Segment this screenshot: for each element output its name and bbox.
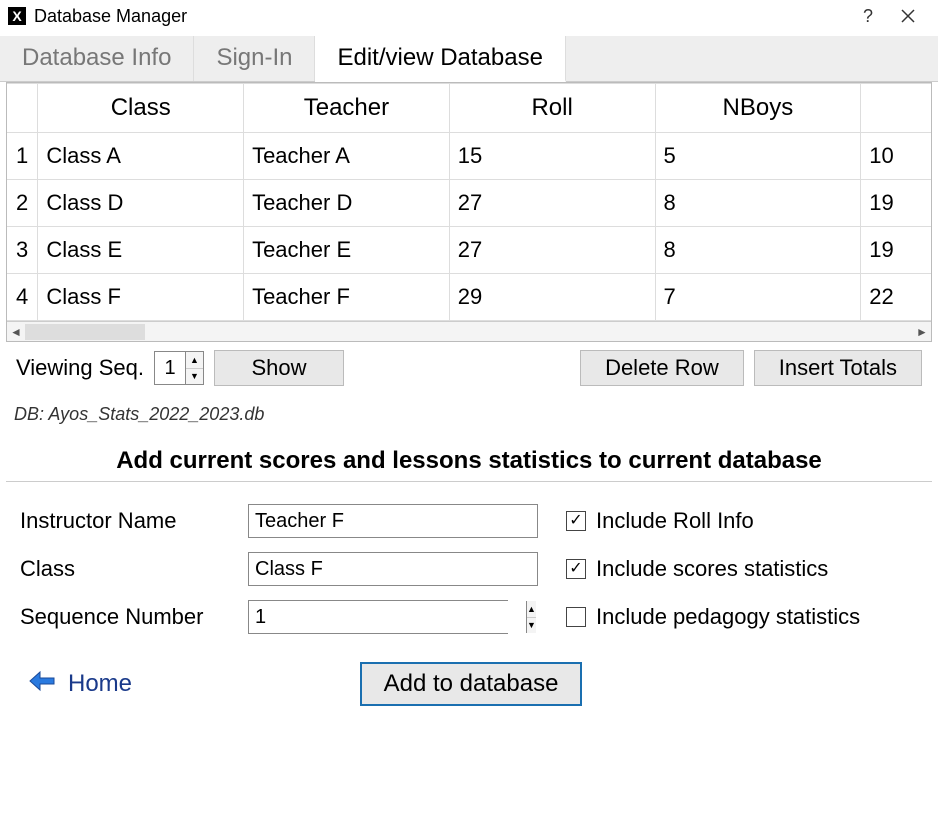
horizontal-scrollbar[interactable]: ◄ ► (7, 321, 931, 341)
row-number: 1 (7, 133, 38, 180)
include-roll-checkbox[interactable]: ✓ (566, 511, 586, 531)
row-number: 2 (7, 180, 38, 227)
data-table-container: Class Teacher Roll NBoys N 1 Class A Tea… (6, 82, 932, 342)
arrow-left-icon (28, 670, 56, 699)
tab-sign-in[interactable]: Sign-In (194, 36, 315, 81)
cell-nboys[interactable]: 7 (655, 274, 861, 321)
spin-up-icon[interactable]: ▲ (527, 601, 536, 618)
scroll-left-icon[interactable]: ◄ (7, 322, 25, 342)
tab-database-info[interactable]: Database Info (0, 36, 194, 81)
window-titlebar: X Database Manager ? (0, 0, 938, 36)
include-scores-label: Include scores statistics (596, 556, 828, 582)
help-button[interactable]: ? (848, 2, 888, 30)
cell-roll[interactable]: 27 (449, 227, 655, 274)
bottom-bar: Home Add to database (0, 634, 938, 716)
cell-teacher[interactable]: Teacher D (244, 180, 450, 227)
class-input[interactable] (248, 552, 538, 586)
viewing-seq-label: Viewing Seq. (16, 355, 144, 381)
tab-bar: Database Info Sign-In Edit/view Database (0, 36, 938, 82)
include-roll-checkbox-row[interactable]: ✓ Include Roll Info (566, 508, 918, 534)
table-row[interactable]: 4 Class F Teacher F 29 7 22 (7, 274, 932, 321)
col-roll[interactable]: Roll (449, 84, 655, 133)
include-pedagogy-checkbox[interactable] (566, 607, 586, 627)
scroll-right-icon[interactable]: ► (913, 322, 931, 342)
include-scores-checkbox-row[interactable]: ✓ Include scores statistics (566, 556, 918, 582)
data-table[interactable]: Class Teacher Roll NBoys N 1 Class A Tea… (7, 83, 932, 321)
cell-nboys[interactable]: 5 (655, 133, 861, 180)
cell-roll[interactable]: 29 (449, 274, 655, 321)
include-pedagogy-label: Include pedagogy statistics (596, 604, 860, 630)
window-title: Database Manager (34, 6, 187, 27)
include-scores-checkbox[interactable]: ✓ (566, 559, 586, 579)
cell-last[interactable]: 10 (861, 133, 932, 180)
cell-class[interactable]: Class E (38, 227, 244, 274)
table-row[interactable]: 1 Class A Teacher A 15 5 10 (7, 133, 932, 180)
add-form: Instructor Name ✓ Include Roll Info Clas… (0, 504, 938, 634)
spin-up-icon[interactable]: ▲ (186, 352, 203, 369)
include-pedagogy-checkbox-row[interactable]: Include pedagogy statistics (566, 604, 918, 630)
col-teacher[interactable]: Teacher (244, 84, 450, 133)
col-nboys[interactable]: NBoys (655, 84, 861, 133)
cell-teacher[interactable]: Teacher F (244, 274, 450, 321)
sequence-number-input[interactable] (249, 601, 526, 633)
cell-class[interactable]: Class D (38, 180, 244, 227)
viewing-seq-input[interactable] (155, 352, 185, 384)
show-button[interactable]: Show (214, 350, 344, 386)
table-row[interactable]: 3 Class E Teacher E 27 8 19 (7, 227, 932, 274)
instructor-name-input[interactable] (248, 504, 538, 538)
scrollbar-thumb[interactable] (25, 324, 145, 340)
spin-down-icon[interactable]: ▼ (186, 369, 203, 385)
home-label: Home (68, 670, 132, 698)
col-class[interactable]: Class (38, 84, 244, 133)
cell-roll[interactable]: 27 (449, 180, 655, 227)
table-controls: Viewing Seq. ▲ ▼ Show Delete Row Insert … (0, 342, 938, 394)
cell-class[interactable]: Class F (38, 274, 244, 321)
cell-last[interactable]: 19 (861, 227, 932, 274)
col-last[interactable]: N (861, 84, 932, 133)
cell-class[interactable]: Class A (38, 133, 244, 180)
close-button[interactable] (888, 2, 928, 30)
add-to-database-button[interactable]: Add to database (360, 662, 583, 706)
table-row[interactable]: 2 Class D Teacher D 27 8 19 (7, 180, 932, 227)
cell-teacher[interactable]: Teacher A (244, 133, 450, 180)
cell-nboys[interactable]: 8 (655, 227, 861, 274)
sequence-number-spinner[interactable]: ▲ ▼ (248, 600, 508, 634)
cell-teacher[interactable]: Teacher E (244, 227, 450, 274)
insert-totals-button[interactable]: Insert Totals (754, 350, 922, 386)
cell-last[interactable]: 19 (861, 180, 932, 227)
row-number: 3 (7, 227, 38, 274)
home-link[interactable]: Home (28, 670, 132, 699)
row-number: 4 (7, 274, 38, 321)
app-icon: X (8, 7, 26, 25)
cell-nboys[interactable]: 8 (655, 180, 861, 227)
class-label: Class (20, 556, 230, 582)
db-file-label: DB: Ayos_Stats_2022_2023.db (0, 394, 938, 429)
instructor-name-label: Instructor Name (20, 508, 230, 534)
include-roll-label: Include Roll Info (596, 508, 754, 534)
spin-down-icon[interactable]: ▼ (527, 618, 536, 634)
cell-roll[interactable]: 15 (449, 133, 655, 180)
tab-edit-view-database[interactable]: Edit/view Database (315, 36, 565, 82)
sequence-number-label: Sequence Number (20, 604, 230, 630)
section-title: Add current scores and lessons statistic… (6, 429, 932, 482)
cell-last[interactable]: 22 (861, 274, 932, 321)
delete-row-button[interactable]: Delete Row (580, 350, 744, 386)
table-header-row: Class Teacher Roll NBoys N (7, 84, 932, 133)
viewing-seq-spinner[interactable]: ▲ ▼ (154, 351, 204, 385)
